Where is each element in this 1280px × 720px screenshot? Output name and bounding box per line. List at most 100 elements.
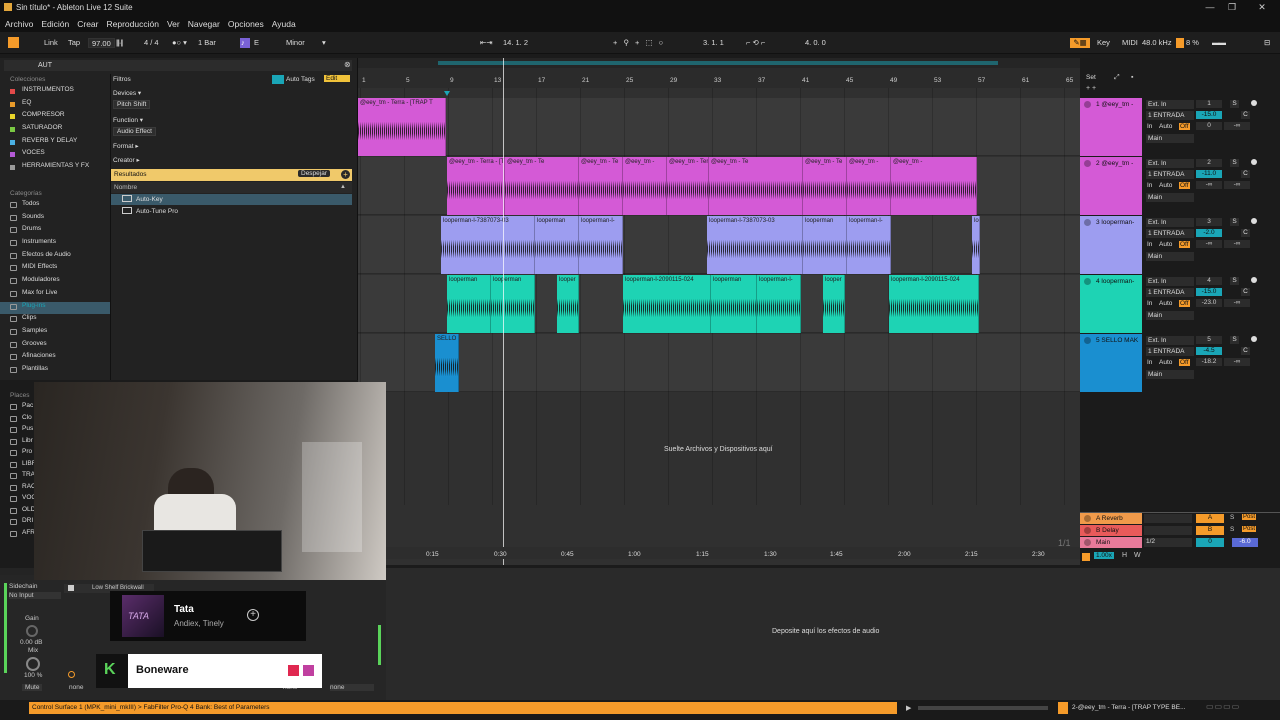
audio-clip[interactable]: looper [557,275,579,333]
monitor-in-button[interactable]: In [1147,123,1152,130]
auto-tags-button[interactable]: Auto Tags [286,76,315,83]
add-filter-icon[interactable]: + [341,170,350,179]
volume-field[interactable]: -15.0 [1196,111,1222,119]
return-input-select[interactable] [1144,526,1192,535]
category-item[interactable]: Plug-ins [0,301,110,315]
audio-clip[interactable]: looperman-l-7387073-03 [707,216,803,274]
post-button[interactable]: Post [1242,514,1257,520]
quantize-select[interactable]: 1 Bar [198,38,216,48]
collection-item[interactable]: COMPRESOR [0,111,110,124]
chain-select-3[interactable]: none [330,684,374,691]
add-locator-icon[interactable]: + + [1086,85,1096,92]
sidechain-input-select[interactable]: No Input [9,592,61,599]
audio-clip[interactable]: @eey_tm - Te [803,157,847,215]
monitor-off-button[interactable]: Off [1179,359,1190,366]
devices-filter[interactable]: Devices ▾ [113,89,141,97]
input-type-select[interactable]: Ext. In [1146,218,1194,227]
monitor-auto-button[interactable]: Auto [1159,241,1172,248]
link-button[interactable]: Link [44,38,58,48]
audio-clip[interactable]: @eey_tm - Te [579,157,623,215]
monitor-auto-button[interactable]: Auto [1159,359,1172,366]
collection-item[interactable]: HERRAMIENTAS Y FX [0,162,110,175]
input-type-select[interactable]: Ext. In [1146,277,1194,286]
search-input[interactable]: AUT [38,62,52,69]
menu-reproduccion[interactable]: Reproducción [102,15,162,29]
send-b-field[interactable]: -∞ [1224,181,1250,189]
send-b-field[interactable]: -∞ [1224,299,1250,307]
lock-icon[interactable]: ▪ [1131,74,1133,81]
return-letter[interactable]: B [1196,526,1224,535]
monitor-off-button[interactable]: Off [1179,300,1190,307]
return-fold-icon[interactable] [1084,539,1091,546]
audio-clip[interactable]: looperman-l-2090115-024 [889,275,979,333]
input-type-select[interactable]: Ext. In [1146,100,1194,109]
return-fold-icon[interactable] [1084,515,1091,522]
track-header[interactable]: 1 @eey_tm - [1080,98,1142,156]
send-b-field[interactable]: -∞ [1224,122,1250,130]
audio-clip[interactable]: @eey_tm - Te [505,157,579,215]
scale-dropdown-icon[interactable]: ▾ [322,38,326,48]
arm-record-icon[interactable] [1251,277,1257,283]
overview-bar[interactable] [358,58,1080,68]
main-pan[interactable]: -6.0 [1232,538,1258,547]
main-volume[interactable]: 0 [1196,538,1224,547]
category-item[interactable]: Afinaciones [0,352,110,365]
monitor-in-button[interactable]: In [1147,241,1152,248]
output-select[interactable]: Main [1146,252,1194,261]
monitor-auto-button[interactable]: Auto [1159,123,1172,130]
mute-button[interactable]: Mute [22,684,43,691]
loop-start-field[interactable]: 3. 1. 1 [703,38,724,48]
audio-clip[interactable]: looperman-l-2090115-024 [623,275,711,333]
return-fold-icon[interactable] [1084,527,1091,534]
song-position-field[interactable]: 14. 1. 2 [503,38,528,48]
solo-button[interactable]: S [1230,159,1239,167]
audio-clip[interactable]: looperman-l- [757,275,801,333]
menu-ver[interactable]: Ver [162,15,183,29]
input-channel-select[interactable]: 1 ENTRADA [1146,170,1194,179]
preset-checkbox-icon[interactable] [68,585,74,591]
arm-record-icon[interactable] [1251,336,1257,342]
scale-mode-icon[interactable]: ♪ [240,38,250,48]
device-power-icon[interactable] [68,671,75,678]
h-toggle[interactable]: H [1122,552,1127,559]
category-item[interactable]: Drums [0,225,110,238]
key-select[interactable]: E [254,38,259,48]
solo-button[interactable]: S [1230,218,1239,226]
monitor-in-button[interactable]: In [1147,359,1152,366]
return-solo[interactable]: S [1230,526,1234,533]
pitch-shift-tag[interactable]: Pitch Shift [113,100,151,109]
track-lane[interactable] [358,98,1080,156]
device-drop-area[interactable]: Deposite aquí los efectos de audio [386,568,1280,700]
gain-knob-icon[interactable] [26,625,38,637]
monitor-in-button[interactable]: In [1147,182,1152,189]
track-fold-icon[interactable] [1084,219,1091,226]
category-item[interactable]: Sounds [0,213,110,226]
loop-toggle-icon[interactable]: ⌐ ⟲ ⌐ [746,38,765,48]
category-item[interactable]: Samples [0,327,110,340]
audio-effect-tag[interactable]: Audio Effect [113,127,156,136]
monitor-auto-button[interactable]: Auto [1159,300,1172,307]
track-fold-icon[interactable] [1084,337,1091,344]
collection-item[interactable]: EQ [0,99,110,112]
return-track-row[interactable]: A Reverb A S Post [1080,513,1280,525]
input-type-select[interactable]: Ext. In [1146,159,1194,168]
return-input-select[interactable] [1144,514,1192,523]
return-track-row[interactable]: Main 1/2 0 -6.0 [1080,537,1280,549]
menu-ayuda[interactable]: Ayuda [267,15,299,29]
output-select[interactable]: Main [1146,370,1194,379]
track-header[interactable]: 5 SELLO MAK [1080,334,1142,392]
close-button[interactable]: ✕ [1252,2,1272,13]
menu-opciones[interactable]: Opciones [223,15,267,29]
browser-search-bar[interactable]: AUT ⊗ [4,60,352,71]
output-select[interactable]: Main [1146,134,1194,143]
minimize-button[interactable]: — [1200,2,1220,12]
send-a-field[interactable]: -23.0 [1196,299,1222,307]
send-b-field[interactable]: -∞ [1224,240,1250,248]
send-b-field[interactable]: -∞ [1224,358,1250,366]
audio-clip[interactable]: looperman-l- [847,216,891,274]
arm-record-icon[interactable] [1251,218,1257,224]
category-item[interactable]: Clips [0,314,110,327]
category-item[interactable]: Efectos de Audio [0,251,110,264]
expand-icon[interactable]: ⤢ [1114,74,1120,82]
volume-field[interactable]: -4.5 [1196,347,1222,355]
